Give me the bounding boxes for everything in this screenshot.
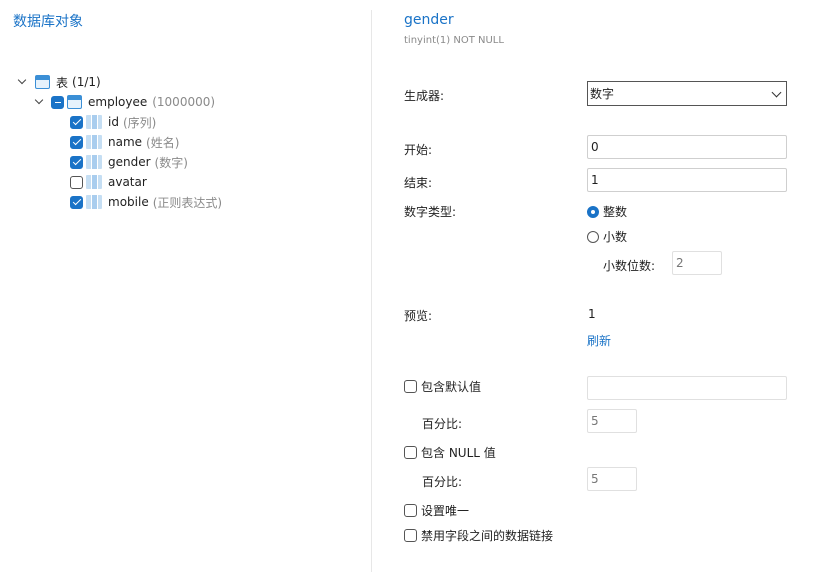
null-percent-input[interactable]: 5 [587, 467, 637, 491]
column-generator-type: (数字) [154, 155, 188, 170]
tree-node-column[interactable]: gender (数字) [70, 152, 188, 172]
column-generator-type: (姓名) [146, 135, 180, 150]
table-name: employee [88, 95, 148, 109]
table-checkbox[interactable] [51, 95, 64, 109]
set-unique-label: 设置唯一 [421, 504, 470, 518]
column-icon [86, 155, 102, 169]
column-checkbox[interactable] [70, 155, 83, 169]
include-default-option[interactable]: 包含默认值 [404, 378, 481, 395]
checkbox-icon[interactable] [404, 380, 417, 393]
column-checkbox[interactable] [70, 175, 83, 189]
column-checkbox[interactable] [70, 115, 83, 129]
tree-node-tables[interactable]: 表 (1/1) [17, 72, 101, 92]
percent-label: 百分比: [422, 417, 463, 431]
tree-node-label: 表 [56, 75, 69, 90]
column-name: avatar [108, 175, 147, 189]
disable-data-link-option[interactable]: 禁用字段之间的数据链接 [404, 527, 553, 544]
tree-node-column[interactable]: mobile (正则表达式) [70, 192, 222, 212]
preview-label: 预览: [404, 309, 433, 323]
checkbox-icon[interactable] [404, 504, 417, 517]
generator-label: 生成器: [404, 89, 445, 103]
column-icon [86, 175, 102, 189]
radio-integer-label: 整数 [603, 205, 628, 219]
panel-title: 数据库对象 [13, 14, 83, 30]
set-unique-option[interactable]: 设置唯一 [404, 502, 469, 519]
column-icon [86, 135, 102, 149]
tree-node-count: (1/1) [72, 75, 101, 89]
column-checkbox[interactable] [70, 135, 83, 149]
default-value-input[interactable] [587, 376, 787, 400]
column-generator-type: (正则表达式) [152, 195, 223, 210]
table-row-count: (1000000) [152, 95, 216, 109]
column-name: mobile [108, 195, 149, 209]
disable-data-link-label: 禁用字段之间的数据链接 [421, 529, 554, 543]
radio-on-icon[interactable] [587, 205, 599, 218]
panel-divider [371, 10, 372, 572]
chevron-down-icon[interactable] [17, 76, 29, 88]
decimal-places-label: 小数位数: [603, 259, 656, 273]
percent-label: 百分比: [422, 475, 463, 489]
radio-integer[interactable]: 整数 [587, 203, 627, 220]
column-checkbox[interactable] [70, 195, 83, 209]
field-type: tinyint(1) NOT NULL [404, 35, 504, 46]
tree-node-column[interactable]: avatar [70, 172, 151, 192]
table-icon [67, 95, 82, 109]
chevron-down-icon [771, 87, 782, 98]
field-name: gender [404, 12, 454, 28]
include-default-label: 包含默认值 [421, 380, 482, 394]
tree-node-table-employee[interactable]: employee (1000000) [34, 92, 215, 112]
start-input[interactable]: 0 [587, 135, 787, 159]
tree-node-column[interactable]: id (序列) [70, 112, 156, 132]
column-name: id [108, 115, 119, 129]
tree-node-column[interactable]: name (姓名) [70, 132, 179, 152]
checkbox-icon[interactable] [404, 529, 417, 542]
checkbox-icon[interactable] [404, 446, 417, 459]
column-generator-type: (序列) [122, 115, 157, 130]
radio-decimal-label: 小数 [603, 230, 628, 244]
end-input[interactable]: 1 [587, 168, 787, 192]
table-icon [35, 75, 50, 89]
column-icon [86, 195, 102, 209]
include-null-label: 包含 NULL 值 [421, 446, 496, 460]
chevron-down-icon[interactable] [34, 96, 46, 108]
decimal-places-input[interactable]: 2 [672, 251, 722, 275]
preview-value: 1 [588, 307, 596, 321]
refresh-link[interactable]: 刷新 [587, 332, 611, 349]
column-name: gender [108, 155, 151, 169]
column-name: name [108, 135, 143, 149]
radio-off-icon[interactable] [587, 230, 599, 243]
include-null-option[interactable]: 包含 NULL 值 [404, 444, 496, 461]
column-icon [86, 115, 102, 129]
end-label: 结束: [404, 176, 433, 190]
generator-value: 数字 [590, 87, 615, 101]
radio-decimal[interactable]: 小数 [587, 228, 627, 245]
default-percent-input[interactable]: 5 [587, 409, 637, 433]
generator-select[interactable]: 数字 [587, 81, 787, 106]
number-type-label: 数字类型: [404, 205, 457, 219]
start-label: 开始: [404, 143, 433, 157]
